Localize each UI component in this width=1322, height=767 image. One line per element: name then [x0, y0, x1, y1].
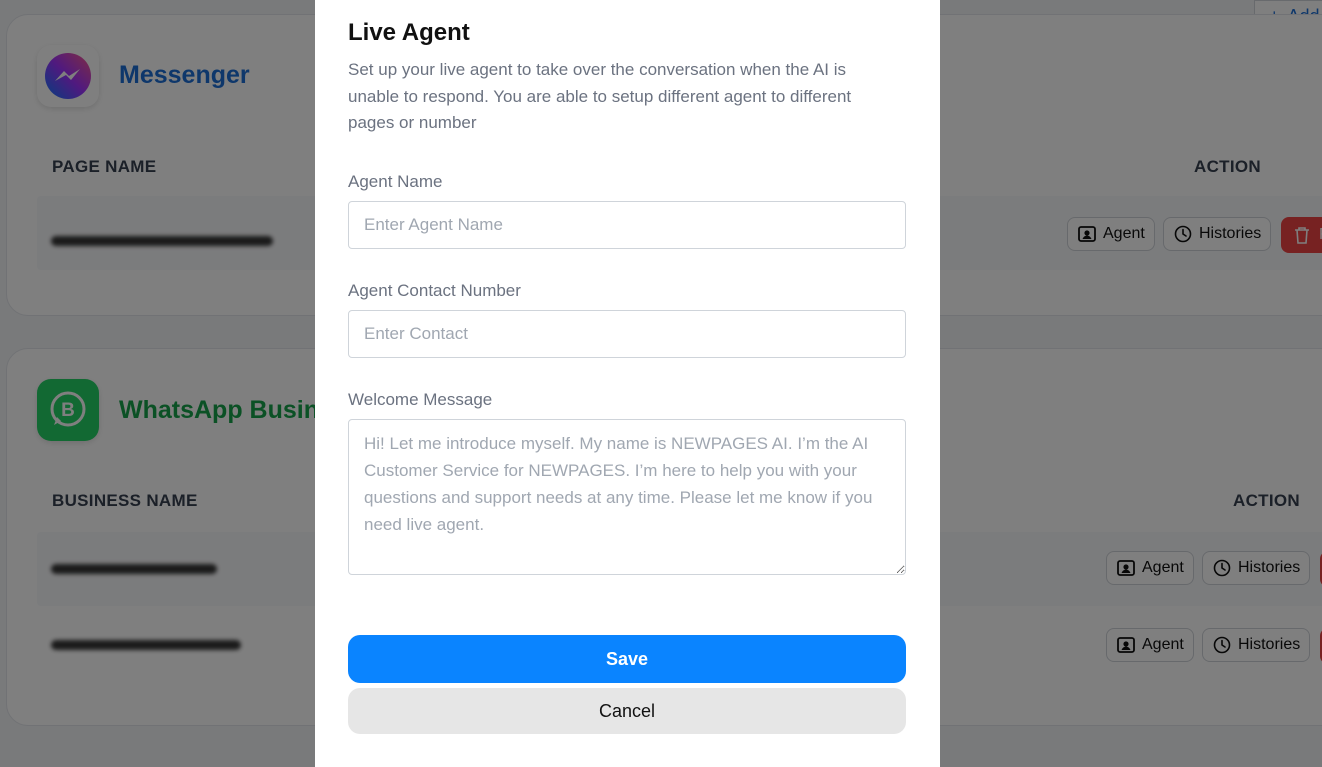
agent-contact-input[interactable] — [348, 310, 906, 358]
live-agent-modal: Live Agent Set up your live agent to tak… — [315, 0, 940, 767]
agent-name-label: Agent Name — [348, 172, 443, 191]
modal-description: Set up your live agent to take over the … — [348, 60, 852, 132]
agent-name-input[interactable] — [348, 201, 906, 249]
cancel-button[interactable]: Cancel — [348, 688, 906, 734]
agent-contact-label: Agent Contact Number — [348, 281, 521, 300]
save-button[interactable]: Save — [348, 635, 906, 683]
modal-title: Live Agent — [348, 19, 470, 46]
welcome-message-textarea[interactable] — [348, 419, 906, 575]
welcome-message-label: Welcome Message — [348, 390, 493, 409]
